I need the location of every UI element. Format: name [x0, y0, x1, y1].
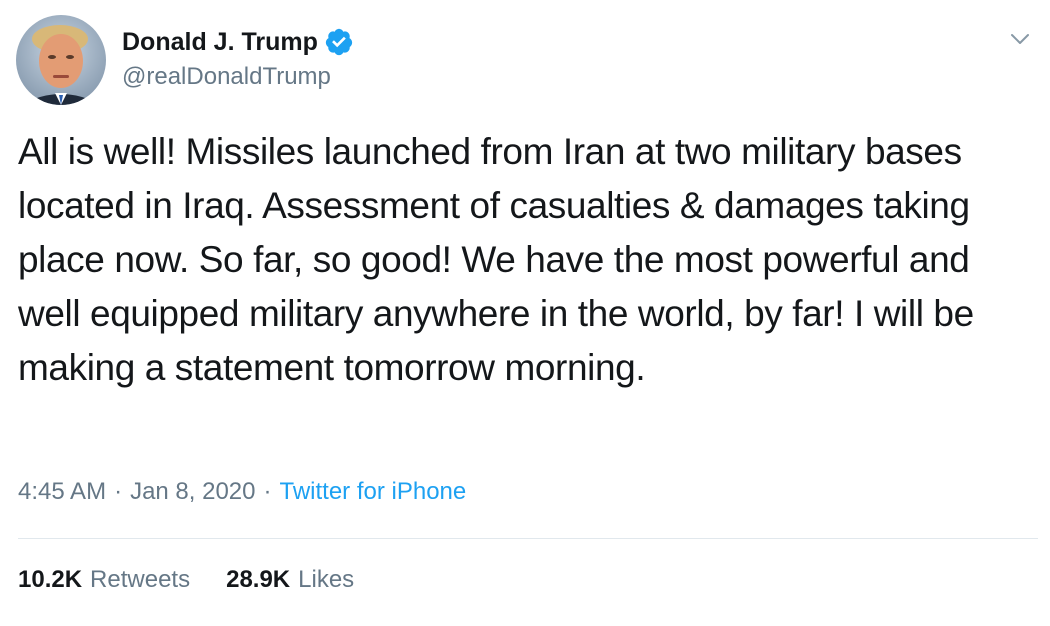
retweets-label: Retweets — [90, 566, 191, 593]
tweet-stats: 10.2K Retweets 28.9K Likes — [18, 566, 354, 594]
retweets-stat[interactable]: 10.2K Retweets — [18, 566, 190, 594]
likes-stat[interactable]: 28.9K Likes — [226, 566, 354, 594]
profile-avatar[interactable] — [16, 15, 106, 105]
display-name-row: Donald J. Trump — [122, 25, 354, 59]
tweet-header: Donald J. Trump @realDonaldTrump — [16, 15, 1036, 107]
user-handle[interactable]: @realDonaldTrump — [122, 63, 354, 91]
tweet-card: Donald J. Trump @realDonaldTrump All is … — [0, 0, 1050, 626]
tweet-text: All is well! Missiles launched from Iran… — [18, 131, 974, 388]
verified-badge-icon — [324, 27, 354, 57]
retweets-count: 10.2K — [18, 566, 83, 593]
tweet-metadata: 4:45 AM · Jan 8, 2020 · Twitter for iPho… — [18, 478, 466, 506]
tweet-source-link[interactable]: Twitter for iPhone — [280, 478, 467, 506]
divider — [18, 538, 1038, 539]
tweet-date[interactable]: Jan 8, 2020 — [130, 478, 255, 506]
author-info: Donald J. Trump @realDonaldTrump — [122, 25, 354, 91]
meta-separator: · — [114, 478, 123, 505]
display-name[interactable]: Donald J. Trump — [122, 28, 318, 57]
tweet-time[interactable]: 4:45 AM — [18, 478, 106, 506]
likes-count: 28.9K — [226, 566, 291, 593]
meta-separator: · — [263, 478, 272, 505]
chevron-down-icon[interactable] — [1006, 25, 1034, 53]
likes-label: Likes — [298, 566, 355, 593]
profile-photo-icon — [16, 15, 106, 105]
